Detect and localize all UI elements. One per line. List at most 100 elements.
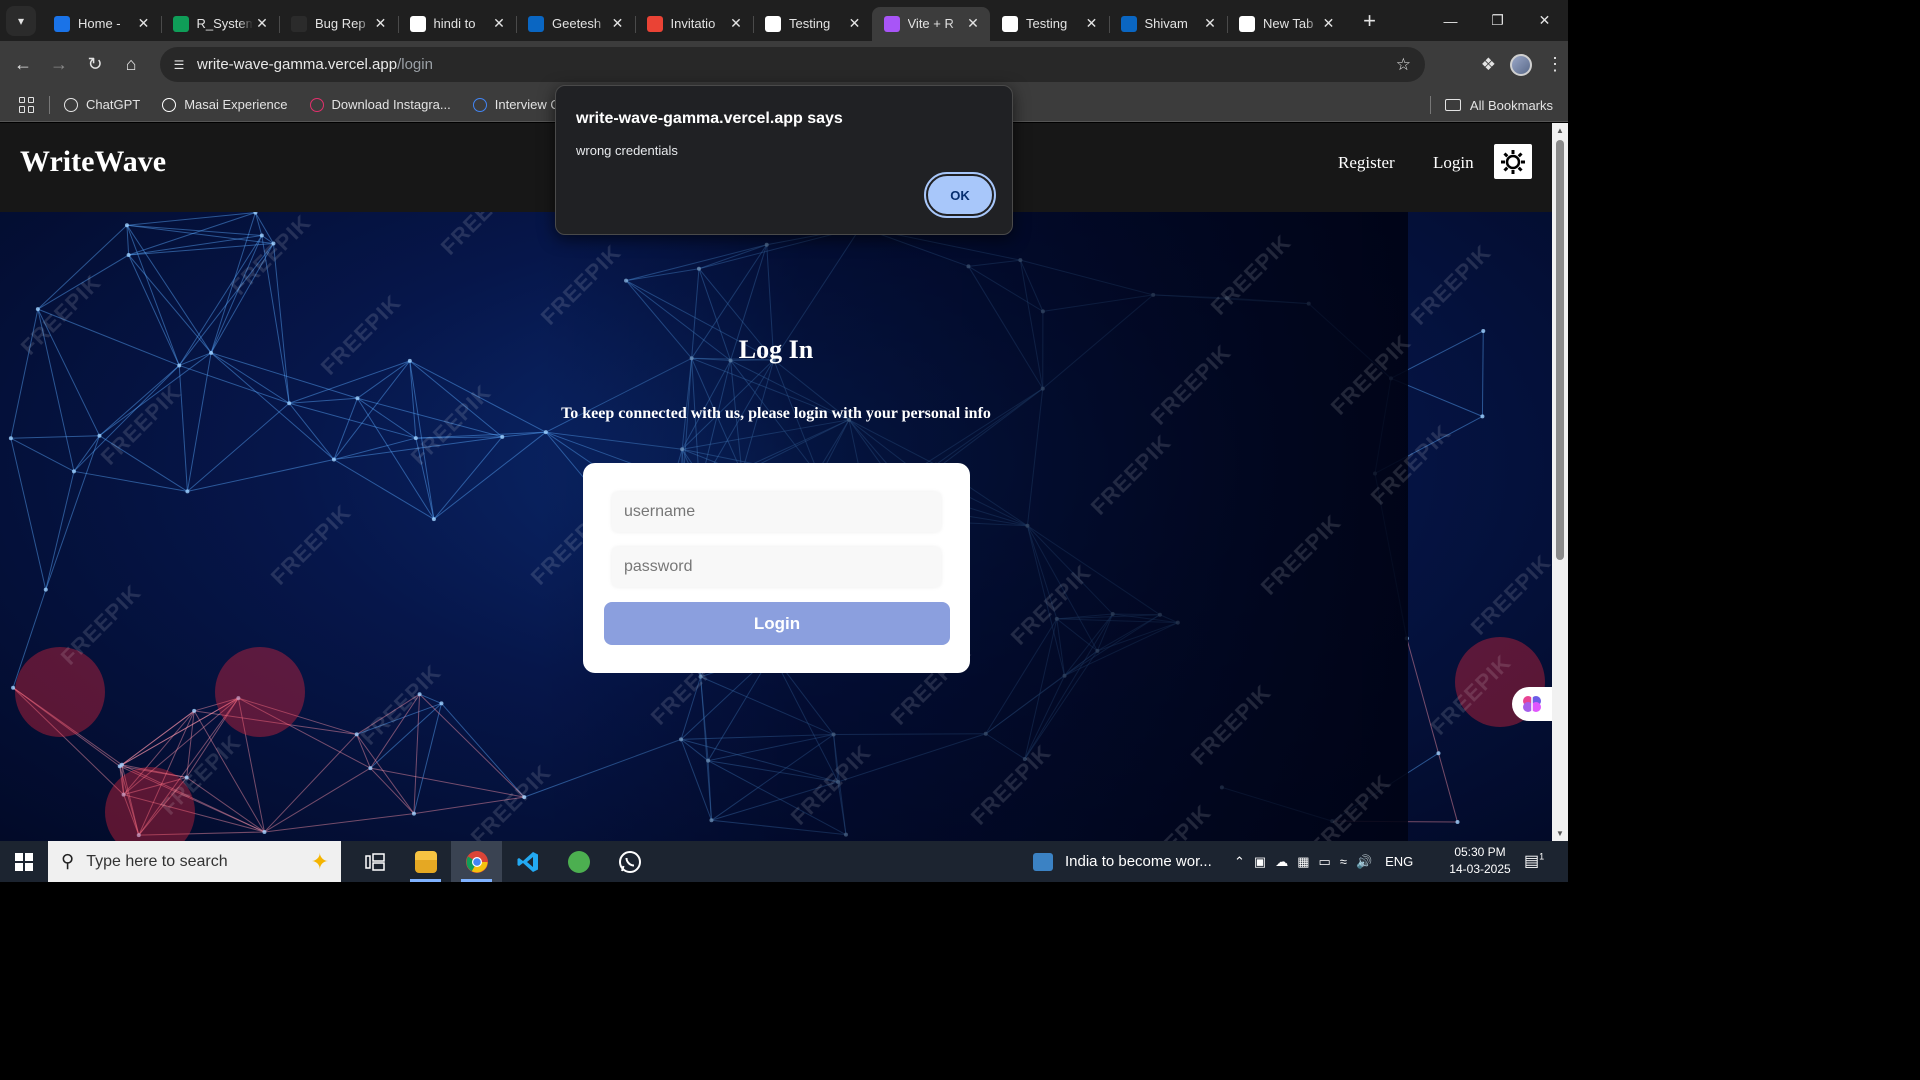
login-link[interactable]: Login [1433, 153, 1474, 173]
bookmark-item[interactable]: Download Instagra... [309, 97, 451, 112]
close-tab-icon[interactable]: ✕ [490, 15, 508, 32]
network-line [289, 397, 358, 404]
browser-tab[interactable]: Geetesh ✕ [516, 7, 635, 41]
login-subtitle: To keep connected with us, please login … [561, 405, 991, 422]
network-node [262, 829, 267, 834]
forward-button[interactable]: → [41, 47, 77, 83]
close-tab-icon[interactable]: ✕ [372, 15, 390, 32]
browser-tab[interactable]: Invitatio ✕ [634, 7, 754, 41]
bookmark-item[interactable]: Masai Experience [162, 97, 288, 112]
home-button[interactable]: ⌂ [113, 47, 149, 83]
sun-icon [1501, 149, 1525, 174]
password-input[interactable] [612, 547, 941, 587]
onedrive-icon[interactable]: ☁ [1275, 854, 1288, 870]
taskbar-search-placeholder: Type here to search [86, 852, 228, 870]
bookmark-label: ChatGPT [86, 97, 141, 112]
chrome-app[interactable] [451, 841, 502, 882]
volume-icon[interactable]: 🔊 [1356, 854, 1372, 870]
tab-title: Testing [1026, 16, 1068, 31]
browser-tab[interactable]: hindi to ✕ [397, 7, 517, 41]
scroll-up-arrow[interactable]: ▲ [1552, 126, 1568, 135]
copilot-sparkle-icon: ✦ [310, 849, 329, 874]
glow-spot [15, 647, 105, 737]
dialog-message: wrong credentials [576, 143, 678, 158]
close-tab-icon[interactable]: ✕ [964, 15, 982, 32]
news-widget[interactable]: India to become wor... [1033, 841, 1212, 882]
task-view-button[interactable] [349, 841, 400, 882]
dialog-ok-button[interactable]: OK [924, 172, 996, 218]
browser-tab[interactable]: Bug Rep ✕ [279, 7, 398, 41]
green-app[interactable] [553, 841, 604, 882]
close-tab-icon[interactable]: ✕ [253, 15, 271, 32]
close-window-button[interactable]: ✕ [1521, 0, 1568, 41]
network-node [1436, 751, 1441, 756]
scroll-down-arrow[interactable]: ▼ [1552, 829, 1568, 838]
all-bookmarks-button[interactable]: All Bookmarks [1429, 88, 1553, 122]
whatsapp-app[interactable] [604, 841, 655, 882]
close-tab-icon[interactable]: ✕ [609, 15, 627, 32]
login-submit-button[interactable]: Login [604, 602, 950, 645]
file-explorer-app[interactable] [400, 841, 451, 882]
vscode-app[interactable] [502, 841, 553, 882]
site-info-icon[interactable]: ☰ [169, 58, 189, 72]
apps-grid-icon[interactable] [19, 96, 35, 113]
close-tab-icon[interactable]: ✕ [727, 15, 745, 32]
clock[interactable]: 05:30 PM 14-03-2025 [1440, 844, 1520, 878]
close-tab-icon[interactable]: ✕ [1320, 15, 1338, 32]
tab-search-button[interactable]: ▾ [6, 5, 36, 36]
new-tab-button[interactable]: + [1356, 7, 1384, 35]
close-tab-icon[interactable]: ✕ [1083, 15, 1101, 32]
network-node [43, 587, 48, 592]
browser-tab[interactable]: Vite + R ✕ [871, 6, 990, 41]
browser-tab[interactable]: Home - ✕ [42, 7, 161, 41]
site-logo[interactable]: WriteWave [20, 145, 166, 179]
browser-tab[interactable]: New Tab ✕ [1227, 7, 1346, 41]
display-icon[interactable]: ▦ [1297, 854, 1309, 870]
browser-tab[interactable]: Testing ✕ [753, 7, 872, 41]
extension-bubble[interactable] [1512, 687, 1552, 721]
network-line [441, 703, 525, 798]
taskbar-search-box[interactable]: ⚲ Type here to search ✦ [48, 841, 341, 882]
browser-tab[interactable]: Testing ✕ [990, 7, 1109, 41]
scroll-thumb[interactable] [1556, 140, 1564, 560]
network-line [264, 767, 371, 833]
network-line [128, 235, 262, 256]
network-line [333, 437, 416, 461]
notion-icon [765, 15, 781, 32]
browser-tab[interactable]: R_System ✕ [160, 7, 280, 41]
bookmark-item[interactable]: ChatGPT [64, 97, 140, 112]
profile-avatar[interactable] [1510, 53, 1532, 76]
bookmark-star-icon[interactable]: ☆ [1396, 55, 1411, 75]
wifi-icon[interactable]: ≈ [1340, 854, 1347, 869]
maximize-button[interactable]: ❐ [1474, 0, 1521, 41]
register-link[interactable]: Register [1338, 153, 1395, 173]
url-path: /login [397, 56, 433, 73]
reload-button[interactable]: ↻ [77, 47, 113, 83]
notion-icon [1002, 15, 1018, 32]
address-bar[interactable]: ☰ write-wave-gamma.vercel.app/login ☆ [160, 47, 1425, 82]
minimize-button[interactable]: — [1427, 0, 1474, 41]
close-tab-icon[interactable]: ✕ [1201, 15, 1219, 32]
close-tab-icon[interactable]: ✕ [846, 15, 864, 32]
start-button[interactable] [0, 841, 48, 882]
menu-icon[interactable]: ⋮ [1546, 54, 1564, 75]
back-button[interactable]: ← [5, 47, 41, 83]
page-scrollbar[interactable]: ▲ ▼ [1552, 123, 1568, 841]
theme-toggle-button[interactable] [1494, 144, 1532, 179]
username-input[interactable] [612, 492, 941, 532]
battery-icon[interactable]: ▭ [1319, 854, 1331, 870]
browser-tab[interactable]: Shivam ✕ [1108, 7, 1228, 41]
whatsapp-icon [618, 850, 641, 873]
network-line [289, 360, 410, 404]
meet-icon[interactable]: ▣ [1254, 854, 1266, 870]
notification-center-button[interactable]: ▤1 [1524, 851, 1544, 871]
arrow-left-icon: ← [14, 54, 32, 74]
close-tab-icon[interactable]: ✕ [135, 15, 153, 32]
tab-strip: ▾ Home - ✕ R_System ✕ Bug Rep ✕ hindi to ✕ Geete… [0, 0, 1568, 41]
language-indicator[interactable]: ENG [1385, 854, 1413, 869]
network-line [1406, 638, 1439, 754]
network-node [185, 489, 190, 494]
chevron-up-icon[interactable]: ⌃ [1234, 854, 1245, 870]
extensions-icon[interactable]: ❖ [1481, 55, 1496, 75]
url-host: write-wave-gamma.vercel.app [197, 56, 398, 73]
